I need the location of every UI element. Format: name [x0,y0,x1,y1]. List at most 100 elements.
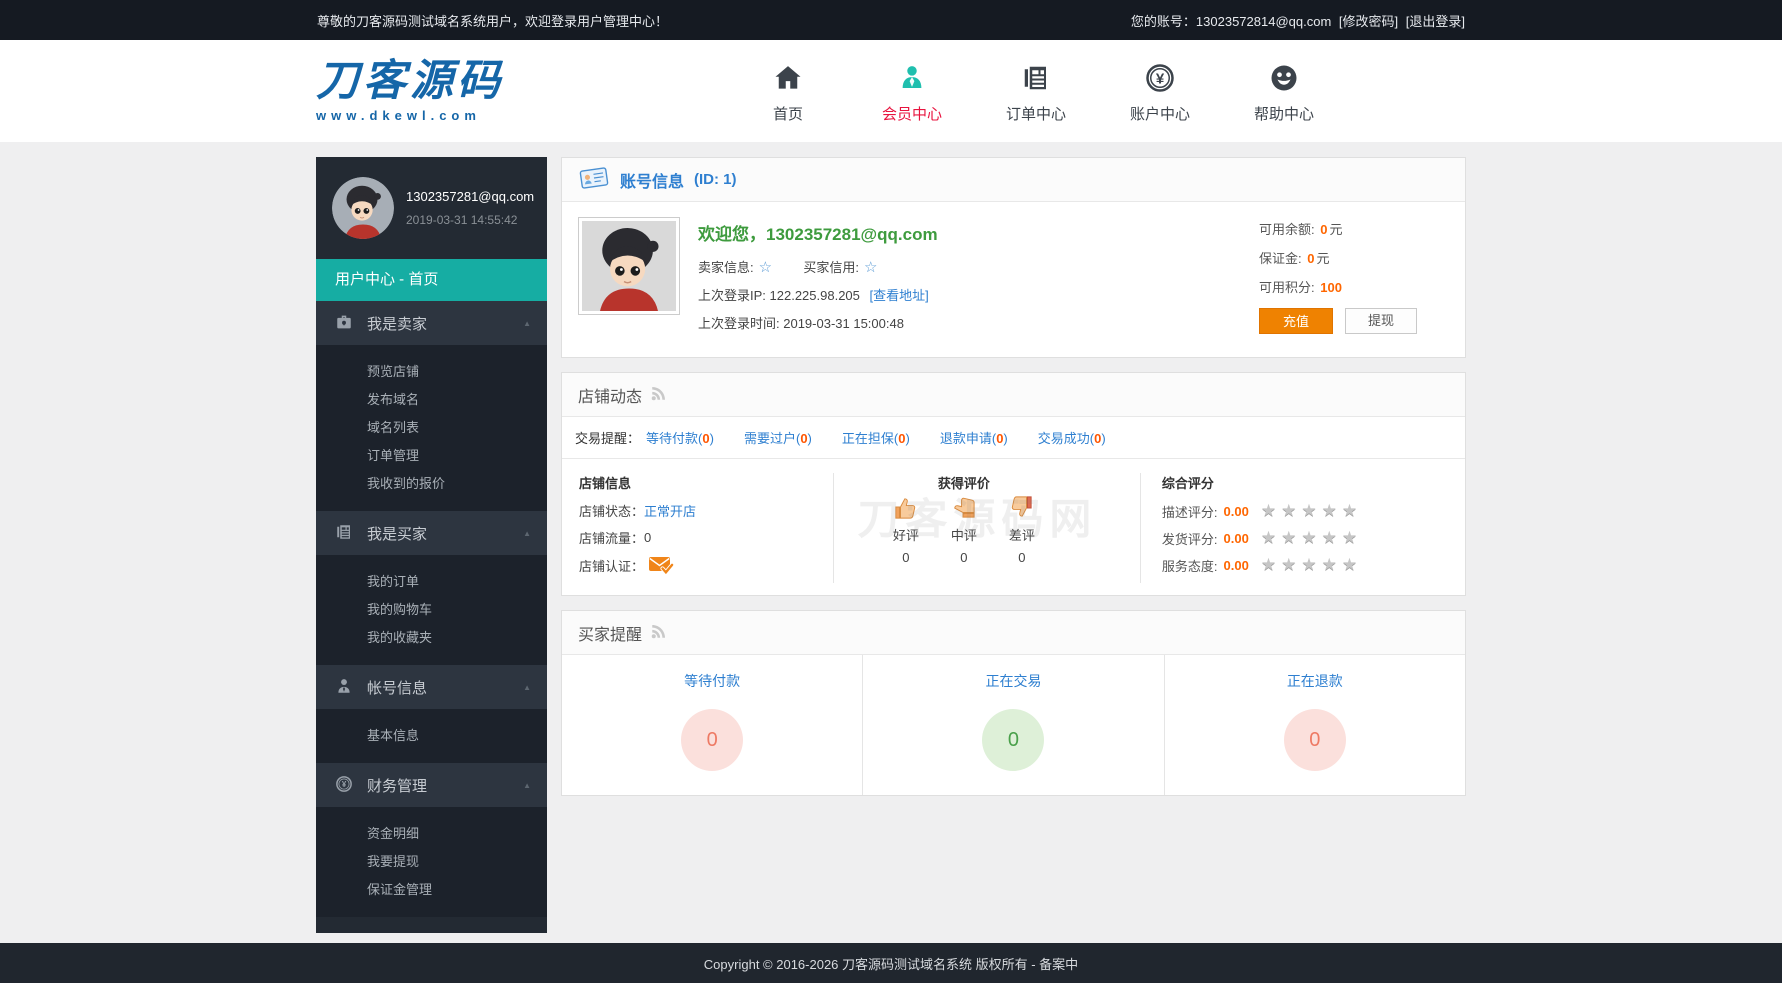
ratings-column: 获得评价 好评 0 中评 0 [833,473,1140,583]
nav-help-center[interactable]: 帮助中心 [1222,59,1346,124]
ratings-title: 获得评价 [834,473,1140,492]
rating-neutral: 中评 0 [935,494,993,565]
buyer-star-icon: ☆ [864,259,877,276]
seller-star-icon: ☆ [759,259,772,276]
account-panel-header: 账号信息 (ID: 1) [562,158,1465,202]
star-icon: ★ [1261,528,1276,548]
nav-order-center[interactable]: 订单中心 [974,59,1098,124]
star-icon: ★ [1261,501,1276,521]
account-submenu: 基本信息 [316,709,547,763]
topbar-welcome-text: 尊敬的刀客源码测试域名系统用户，欢迎登录用户管理中心！ [317,11,668,30]
rss-icon [650,622,668,643]
sidebar-item-my-orders[interactable]: 我的订单 [316,568,547,596]
sidebar-profile: 1302357281@qq.com 2019-03-31 14:55:42 [316,157,547,259]
star-icon: ★ [1342,555,1357,575]
smiley-icon [1269,81,1299,96]
sidebar-section-finance[interactable]: ¥ 财务管理 ▲ [316,763,547,807]
account-panel-title: 账号信息 [620,168,684,192]
balance-block: 可用余额: 0元 保证金: 0元 可用积分: 100 充值 提现 [1259,217,1449,341]
deposit-label: 保证金: [1259,251,1302,266]
reminder-in-escrow[interactable]: 正在担保(0) [842,428,910,447]
sidebar-item-my-favorites[interactable]: 我的收藏夹 [316,624,547,652]
home-icon [773,81,803,96]
sidebar-item-preview-shop[interactable]: 预览店铺 [316,358,547,386]
buyer-panel-title: 买家提醒 [578,621,642,645]
seller-info-label: 卖家信息: [698,260,754,275]
account-email: 13023572814@qq.com [1196,14,1331,29]
deposit-value: 0 [1307,251,1314,266]
nav-member-center[interactable]: 会员中心 [850,59,974,124]
buyer-reminder-panel: 买家提醒 等待付款 0 正在交易 0 正在退款 0 [561,610,1466,796]
avatar [332,177,394,239]
coin-icon: ¥ [335,775,367,796]
sidebar-item-order-manage[interactable]: 订单管理 [316,442,547,470]
star-icon: ★ [1301,528,1316,548]
star-icon: ★ [1301,555,1316,575]
recharge-button[interactable]: 充值 [1259,308,1333,334]
shop-panel-header: 店铺动态 [562,373,1465,417]
sidebar-item-withdraw[interactable]: 我要提现 [316,848,547,876]
footer: Copyright © 2016-2026 刀客源码测试域名系统 版权所有 - … [0,943,1782,983]
hand-neutral-icon [950,509,977,524]
star-icon: ★ [1322,501,1337,521]
nav-account-center[interactable]: ¥ 账户中心 [1098,59,1222,124]
star-icon: ★ [1261,555,1276,575]
shop-status-link[interactable]: 正常开店 [644,501,696,520]
briefcase-icon [335,313,367,334]
sidebar-section-seller[interactable]: 我是卖家 ▲ [316,301,547,345]
yen-coin-icon: ¥ [1145,81,1175,96]
sidebar-section-account-info[interactable]: 帐号信息 ▲ [316,665,547,709]
star-icon: ★ [1342,501,1357,521]
section-buyer-label: 我是买家 [367,523,427,544]
reminder-refund-request[interactable]: 退款申请(0) [940,428,1008,447]
logo-title: 刀客源码 [316,60,504,103]
view-address-link[interactable]: [查看地址] [870,288,929,303]
sidebar-item-received-offers[interactable]: 我收到的报价 [316,470,547,498]
topbar: 尊敬的刀客源码测试域名系统用户，欢迎登录用户管理中心！ 您的账号：1302357… [0,0,1782,40]
sidebar-item-fund-details[interactable]: 资金明细 [316,820,547,848]
logout-link[interactable]: [退出登录] [1406,14,1465,29]
last-time-label: 上次登录时间: [698,316,783,331]
chevron-up-icon: ▲ [523,529,531,538]
buyer-trading-title: 正在交易 [863,671,1163,691]
thumb-down-icon [1008,509,1035,524]
nav-home[interactable]: 首页 [726,59,850,124]
star-icon: ★ [1281,528,1296,548]
chevron-up-icon: ▲ [523,683,531,692]
sidebar-item-my-cart[interactable]: 我的购物车 [316,596,547,624]
rating-bad-label: 差评 [993,525,1051,544]
buyer-trading-count: 0 [982,709,1044,771]
reminder-need-transfer[interactable]: 需要过户(0) [744,428,812,447]
order-icon [1021,81,1051,96]
withdraw-button[interactable]: 提现 [1345,308,1417,334]
score-description-value: 0.00 [1224,504,1249,519]
welcome-text: 欢迎您，1302357281@qq.com [698,220,938,245]
buyer-credit-label: 买家信用: [803,260,859,275]
account-label: 您的账号： [1131,14,1196,29]
reminder-awaiting-payment[interactable]: 等待付款(0) [646,428,714,447]
shop-info-title: 店铺信息 [579,473,833,492]
topbar-account-area: 您的账号：13023572814@qq.com [修改密码] [退出登录] [1131,11,1465,30]
envelope-check-icon [648,555,674,575]
star-icon: ★ [1322,528,1337,548]
sidebar-item-basic-info[interactable]: 基本信息 [316,722,547,750]
change-password-link[interactable]: [修改密码] [1339,14,1398,29]
svg-text:¥: ¥ [342,780,347,789]
last-time-value: 2019-03-31 15:00:48 [783,316,904,331]
shop-status-label: 店铺状态： [579,501,644,520]
shop-info-column: 店铺信息 店铺状态： 正常开店 店铺流量： 0 店铺认证： [562,473,833,583]
site-logo[interactable]: 刀客源码 www.dkewl.com [316,60,504,122]
buyer-submenu: 我的订单 我的购物车 我的收藏夹 [316,555,547,665]
sidebar-section-buyer[interactable]: 我是买家 ▲ [316,511,547,555]
sidebar-item-domain-list[interactable]: 域名列表 [316,414,547,442]
chevron-up-icon: ▲ [523,781,531,790]
sidebar-item-user-center-home[interactable]: 用户中心 - 首页 [316,259,547,301]
sidebar-item-deposit-manage[interactable]: 保证金管理 [316,876,547,904]
points-label: 可用积分: [1259,280,1315,295]
buyer-refunding-cell[interactable]: 正在退款 0 [1164,655,1465,795]
buyer-trading-cell[interactable]: 正在交易 0 [862,655,1163,795]
deposit-unit: 元 [1316,251,1329,266]
buyer-awaiting-payment-cell[interactable]: 等待付款 0 [562,655,862,795]
sidebar-item-publish-domain[interactable]: 发布域名 [316,386,547,414]
reminder-trade-success[interactable]: 交易成功(0) [1038,428,1106,447]
